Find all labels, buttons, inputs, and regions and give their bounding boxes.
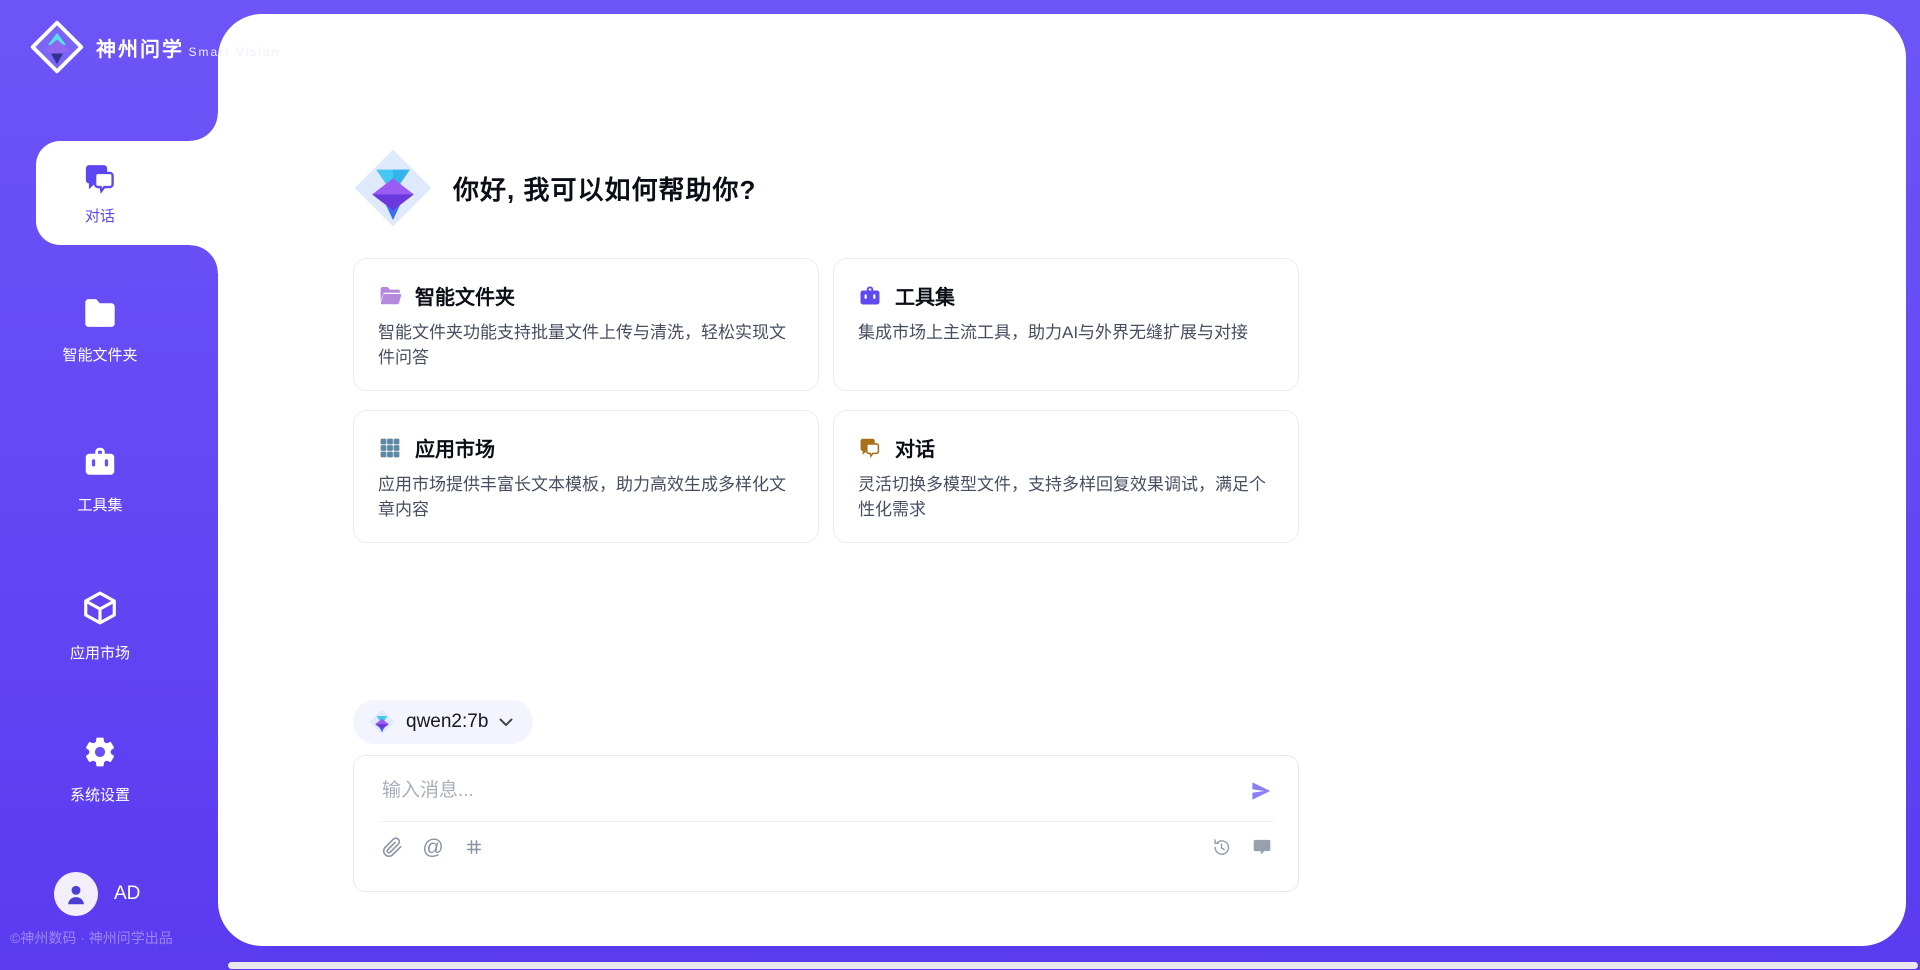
briefcase-icon bbox=[81, 444, 119, 480]
sidebar-item-label: 系统设置 bbox=[36, 784, 164, 805]
sidebar-item-label: 对话 bbox=[85, 205, 115, 226]
chat-bubble-icon bbox=[1252, 837, 1272, 857]
folder-icon bbox=[81, 296, 119, 330]
sidebar-item-label: 智能文件夹 bbox=[36, 344, 164, 365]
message-composer: @ bbox=[353, 755, 1299, 892]
card-toolset[interactable]: 工具集 集成市场上主流工具，助力AI与外界无缝扩展与对接 bbox=[833, 258, 1299, 391]
history-button[interactable] bbox=[1209, 835, 1233, 859]
user-initials: AD bbox=[114, 883, 140, 905]
copyright-text: ©神州数码 · 神州问学出品 bbox=[10, 928, 173, 948]
card-description: 应用市场提供丰富长文本模板，助力高效生成多样化文章内容 bbox=[378, 472, 794, 522]
greeting-block: 你好, 我可以如何帮助你? bbox=[353, 148, 756, 228]
model-diamond-icon bbox=[369, 709, 395, 735]
card-smart-folder[interactable]: 智能文件夹 智能文件夹功能支持批量文件上传与清洗，轻松实现文件问答 bbox=[353, 258, 819, 391]
briefcase-icon bbox=[858, 284, 882, 308]
mention-button[interactable]: @ bbox=[421, 835, 445, 859]
mention-icon: @ bbox=[422, 837, 443, 858]
model-selector[interactable]: qwen2:7b bbox=[353, 700, 533, 744]
assistant-diamond-icon bbox=[353, 148, 433, 228]
card-title: 智能文件夹 bbox=[415, 281, 515, 310]
greeting-text: 你好, 我可以如何帮助你? bbox=[453, 170, 756, 207]
send-button[interactable] bbox=[1248, 778, 1274, 804]
chat-icon bbox=[858, 436, 882, 460]
card-description: 集成市场上主流工具，助力AI与外界无缝扩展与对接 bbox=[858, 320, 1274, 345]
conversation-button[interactable] bbox=[1250, 835, 1274, 859]
horizontal-scrollbar[interactable] bbox=[228, 962, 1918, 969]
card-title: 应用市场 bbox=[415, 433, 495, 462]
sidebar-item-folders[interactable]: 智能文件夹 bbox=[36, 296, 164, 365]
message-input[interactable] bbox=[380, 779, 1248, 803]
tab-fillet-top bbox=[190, 113, 218, 141]
folder-open-icon bbox=[378, 285, 402, 307]
send-icon bbox=[1249, 779, 1273, 803]
sidebar-item-tools[interactable]: 工具集 bbox=[36, 444, 164, 515]
attachment-button[interactable] bbox=[380, 835, 404, 859]
card-title: 工具集 bbox=[895, 281, 955, 310]
history-icon bbox=[1211, 837, 1232, 858]
gear-icon bbox=[82, 734, 118, 770]
brand-logo: 神州问学 Smart Vision bbox=[30, 20, 280, 74]
grid-icon bbox=[378, 436, 402, 460]
model-name: qwen2:7b bbox=[406, 711, 488, 733]
sidebar-item-settings[interactable]: 系统设置 bbox=[36, 734, 164, 805]
sidebar-item-label: 工具集 bbox=[36, 494, 164, 515]
card-description: 智能文件夹功能支持批量文件上传与清洗，轻松实现文件问答 bbox=[378, 320, 794, 370]
command-button[interactable] bbox=[462, 835, 486, 859]
user-account[interactable]: AD bbox=[54, 872, 140, 916]
chevron-down-icon bbox=[499, 718, 513, 727]
feature-cards: 智能文件夹 智能文件夹功能支持批量文件上传与清洗，轻松实现文件问答 工具集 集成… bbox=[353, 258, 1299, 543]
brand-name: 神州问学 bbox=[96, 39, 184, 61]
card-chat[interactable]: 对话 灵活切换多模型文件，支持多样回复效果调试，满足个性化需求 bbox=[833, 410, 1299, 543]
sidebar-item-market[interactable]: 应用市场 bbox=[36, 588, 164, 663]
brand-subtitle: Smart Vision bbox=[188, 45, 280, 59]
paperclip-icon bbox=[382, 837, 403, 858]
sidebar-item-label: 应用市场 bbox=[36, 642, 164, 663]
hash-icon bbox=[464, 837, 484, 857]
cube-icon bbox=[81, 588, 119, 628]
sidebar-item-chat[interactable]: 对话 bbox=[36, 141, 218, 245]
card-app-market[interactable]: 应用市场 应用市场提供丰富长文本模板，助力高效生成多样化文章内容 bbox=[353, 410, 819, 543]
brand-diamond-icon bbox=[30, 20, 84, 74]
avatar bbox=[54, 872, 98, 916]
card-description: 灵活切换多模型文件，支持多样回复效果调试，满足个性化需求 bbox=[858, 472, 1274, 522]
card-title: 对话 bbox=[895, 433, 935, 462]
app-window: 神州问学 Smart Vision 对话 智能文件夹 bbox=[0, 0, 1920, 970]
tab-fillet-bottom bbox=[190, 245, 218, 273]
chat-icon bbox=[82, 161, 118, 197]
